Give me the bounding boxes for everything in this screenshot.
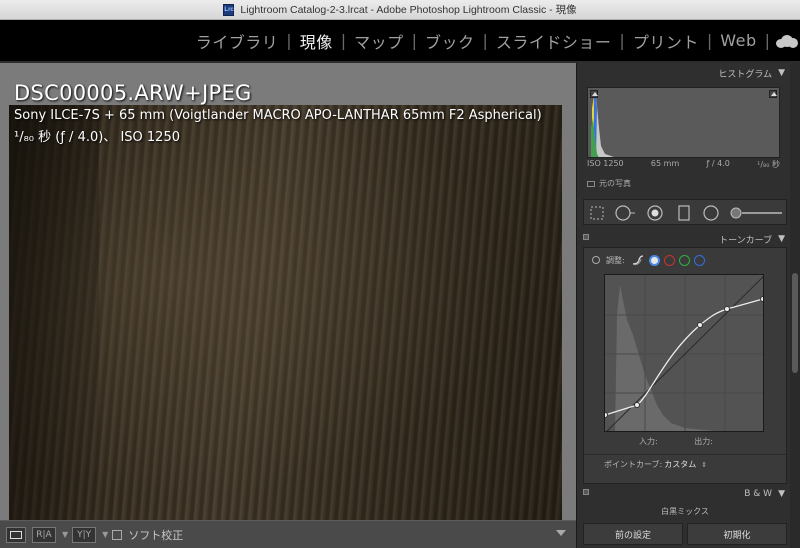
rgb-channel-icon[interactable]	[648, 254, 660, 266]
right-panel: ヒストグラム ▼ ISO 1250 65 mm ƒ / 4.0 ¹/₈₀ 秒 元…	[576, 63, 800, 548]
module-slideshow[interactable]: スライドショー	[488, 29, 620, 53]
iso-value: ISO 1250	[587, 159, 624, 168]
module-web[interactable]: Web	[712, 31, 764, 50]
updown-icon[interactable]: ⇕	[701, 461, 707, 469]
tone-curve-graph[interactable]	[604, 274, 764, 432]
chevron-down-icon[interactable]: ▼	[102, 530, 108, 539]
aperture-value: ƒ / 4.0	[706, 159, 730, 168]
tone-curve-panel: 調整: 入力: 出力: ポイントカーブ: カスタム ⇕	[583, 247, 787, 484]
point-curve-row[interactable]: ポイントカーブ: カスタム ⇕	[584, 454, 786, 474]
photo-shadow	[9, 105, 99, 537]
photo-filename: DSC00005.ARW+JPEG	[14, 81, 252, 105]
module-separator: |	[764, 31, 770, 50]
tool-strip	[583, 199, 787, 225]
parametric-curve-icon[interactable]	[631, 254, 645, 266]
histogram-title: ヒストグラム	[718, 69, 773, 80]
red-eye-icon[interactable]	[646, 204, 664, 222]
camera-info: Sony ILCE-7S + 65 mm (Voigtlander MACRO …	[14, 108, 542, 123]
window-title: Lightroom Catalog-2-3.lrcat - Adobe Phot…	[240, 4, 577, 16]
module-print[interactable]: プリント	[625, 29, 707, 53]
point-curve-label: ポイントカーブ:	[604, 460, 663, 469]
original-photo-icon[interactable]	[587, 180, 595, 187]
input-label: 入力:	[639, 437, 658, 446]
bw-mix-label: 白黒ミックス	[661, 507, 709, 516]
softproof-label: ソフト校正	[128, 528, 184, 542]
reset-button[interactable]: 初期化	[687, 523, 787, 545]
before-after-yy-button[interactable]: Y|Y	[72, 526, 97, 543]
module-map[interactable]: マップ	[346, 29, 412, 53]
adjustment-brush-icon[interactable]	[728, 204, 784, 222]
image-viewer: DSC00005.ARW+JPEG Sony ILCE-7S + 65 mm (…	[0, 63, 576, 537]
spot-removal-icon[interactable]	[614, 204, 636, 222]
bw-header[interactable]: B & W ▼	[581, 485, 789, 503]
window-titlebar: Lrc Lightroom Catalog-2-3.lrcat - Adobe …	[0, 0, 800, 20]
radial-filter-icon[interactable]	[702, 204, 720, 222]
output-label: 出力:	[694, 437, 713, 446]
scrollbar-thumb[interactable]	[792, 273, 798, 373]
shutter-value: ¹/₈₀ 秒	[757, 160, 780, 169]
graduated-filter-icon[interactable]	[677, 204, 691, 222]
red-channel-icon[interactable]	[663, 254, 675, 266]
bw-title: B & W	[744, 489, 773, 499]
module-develop[interactable]: 現像	[292, 29, 341, 53]
tone-curve-header[interactable]: トーンカーブ ▼	[581, 230, 789, 248]
loupe-view-button[interactable]	[6, 526, 26, 543]
panel-scrollbar[interactable]	[790, 63, 800, 548]
focal-length-value: 65 mm	[650, 159, 680, 168]
module-library[interactable]: ライブラリ	[188, 29, 287, 53]
module-book[interactable]: ブック	[417, 29, 483, 53]
collapse-triangle-icon[interactable]: ▼	[778, 489, 785, 499]
chevron-down-icon[interactable]: ▼	[62, 530, 68, 539]
shadow-clipping-icon[interactable]	[590, 90, 598, 98]
previous-settings-button[interactable]: 前の設定	[583, 523, 683, 545]
softproof-checkbox[interactable]	[112, 529, 123, 540]
highlight-clipping-icon[interactable]	[769, 90, 777, 98]
tone-curve-svg[interactable]	[605, 275, 764, 432]
green-channel-icon[interactable]	[678, 254, 690, 266]
cloud-icon[interactable]	[776, 34, 798, 48]
photo-preview[interactable]	[9, 105, 562, 537]
original-photo-label: 元の写真	[599, 179, 631, 188]
original-photo-row[interactable]: 元の写真	[587, 178, 631, 189]
crop-icon[interactable]	[589, 205, 605, 221]
histogram-chart	[591, 93, 614, 157]
target-adjust-icon[interactable]	[592, 256, 600, 264]
histogram-header[interactable]: ヒストグラム ▼	[581, 64, 789, 82]
lightroom-catalog-icon: Lrc	[223, 3, 235, 16]
input-output-row: 入力: 出力:	[639, 436, 747, 447]
collapse-triangle-icon[interactable]: ▼	[778, 68, 785, 78]
histogram-metadata: ISO 1250 65 mm ƒ / 4.0 ¹/₈₀ 秒	[587, 159, 780, 170]
blue-channel-icon[interactable]	[693, 254, 705, 266]
before-after-button[interactable]: R|A	[32, 526, 56, 543]
collapse-triangle-icon[interactable]: ▼	[778, 234, 785, 244]
loupe-icon	[10, 530, 22, 539]
toolbar-menu-icon[interactable]	[556, 530, 566, 536]
adjust-label: 調整:	[606, 255, 625, 265]
exposure-info: ¹/₈₀ 秒 (ƒ / 4.0)、 ISO 1250	[14, 130, 180, 145]
point-curve-select[interactable]: カスタム	[664, 459, 696, 470]
adjust-row: 調整:	[592, 254, 705, 266]
bottom-toolbar: R|A ▼ Y|Y ▼ ソフト校正	[0, 520, 576, 548]
histogram-graph	[587, 87, 780, 158]
module-picker: ライブラリ | 現像 | マップ | ブック | スライドショー | プリント …	[0, 20, 800, 61]
tone-curve-title: トーンカーブ	[719, 235, 773, 246]
